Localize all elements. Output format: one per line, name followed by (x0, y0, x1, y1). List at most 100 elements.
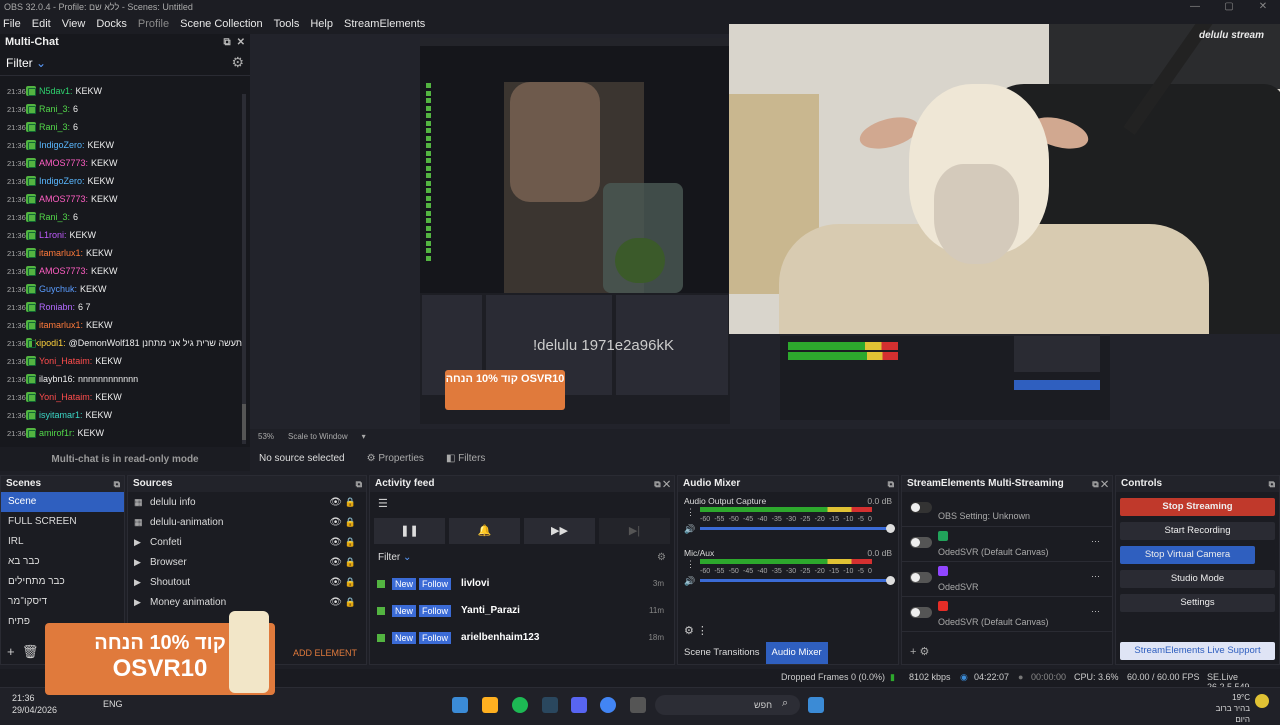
menu-help[interactable]: Help (310, 18, 333, 30)
zoom-level[interactable]: 53% (258, 432, 274, 441)
more-icon[interactable]: ··· (1091, 571, 1100, 581)
lock-icon[interactable]: 🔒 (345, 517, 356, 528)
chat-user[interactable]: isyitamar1: (39, 410, 83, 420)
chat-user[interactable]: Roniabn: (39, 302, 75, 312)
eye-icon[interactable]: 👁 (329, 497, 342, 508)
add-icon[interactable]: + ⚙ (910, 645, 929, 658)
scene-item[interactable]: Scene (1, 492, 124, 512)
windows-start-icon[interactable] (808, 697, 824, 713)
lock-icon[interactable]: 🔒 (345, 497, 356, 508)
chat-user[interactable]: itamarlux1: (39, 320, 83, 330)
obs-icon[interactable] (630, 697, 646, 713)
close-icon[interactable]: ✕ (1246, 0, 1280, 14)
source-item[interactable]: ▶ Shoutout 👁 🔒 (128, 572, 366, 592)
menu-profile[interactable]: Profile (138, 18, 169, 30)
chat-user[interactable]: itamarlux1: (39, 248, 83, 258)
menu-tools[interactable]: Tools (274, 18, 300, 30)
gear-icon[interactable]: ⚙ (657, 552, 666, 566)
chat-user[interactable]: Yoni_Hataim: (39, 392, 92, 402)
tab-audio-mixer[interactable]: Audio Mixer (765, 642, 828, 664)
properties-button[interactable]: ⚙ Properties (367, 453, 424, 464)
settings-button[interactable]: Settings (1120, 594, 1275, 612)
chat-user[interactable]: Yoni_Hataim: (39, 356, 92, 366)
chat-user[interactable]: ilaybn16: (39, 374, 75, 384)
activity-item[interactable]: New Follow livlovi 3m (370, 570, 674, 597)
eye-icon[interactable]: 👁 (329, 557, 342, 568)
chat-scrollbar[interactable] (242, 94, 246, 444)
more-icon[interactable]: ··· (1091, 606, 1100, 616)
toggle[interactable] (910, 572, 932, 583)
volume-slider[interactable] (700, 524, 895, 533)
gear-icon[interactable]: ⚙ (231, 54, 244, 71)
source-item[interactable]: ▶ Money animation 👁 🔒 (128, 592, 366, 612)
menu-file[interactable]: File (3, 18, 21, 30)
chat-user[interactable]: kipodi1: (35, 338, 66, 348)
live-support-button[interactable]: StreamElements Live Support (1120, 642, 1275, 660)
float-icon[interactable]: ⧉ (114, 476, 120, 492)
float-icon[interactable]: ⧉ (356, 476, 362, 492)
volume-icon[interactable]: 🔊 (684, 576, 695, 587)
scene-item[interactable]: דיסקו־מר (1, 592, 124, 612)
skip-button[interactable]: ▶▶ (524, 518, 595, 544)
stop-streaming-button[interactable]: Stop Streaming (1120, 498, 1275, 516)
chat-user[interactable]: AMOS7773: (39, 266, 88, 276)
chat-user[interactable]: IndigoZero: (39, 176, 85, 186)
float-icon[interactable]: ⧉ (223, 37, 230, 48)
toggle[interactable] (910, 537, 932, 548)
lock-icon[interactable]: 🔒 (345, 597, 356, 608)
menu-docks[interactable]: Docks (96, 18, 127, 30)
menu-icon[interactable]: ☰ (370, 492, 674, 514)
eye-icon[interactable]: 👁 (329, 537, 342, 548)
chat-user[interactable]: L1roni: (39, 230, 67, 240)
weather-icon[interactable] (1255, 694, 1269, 708)
close-icon[interactable]: ⧉ ✕ (1092, 476, 1108, 492)
toggle[interactable] (910, 502, 932, 513)
source-item[interactable]: ▶ Browser 👁 🔒 (128, 552, 366, 572)
filters-button[interactable]: ◧ Filters (446, 453, 485, 464)
studio-mode-button[interactable]: Studio Mode (1120, 570, 1275, 588)
float-icon[interactable]: ⧉ (1269, 476, 1275, 492)
bell-icon[interactable]: 🔔 (449, 518, 520, 544)
lock-icon[interactable]: 🔒 (345, 537, 356, 548)
app-icon[interactable] (452, 697, 468, 713)
eye-icon[interactable]: 👁 (329, 597, 342, 608)
volume-icon[interactable]: 🔊 (684, 524, 695, 535)
stop-virtual-camera-button[interactable]: Stop Virtual Camera (1120, 546, 1255, 564)
lock-icon[interactable]: 🔒 (345, 557, 356, 568)
more-icon[interactable]: ··· (1091, 536, 1100, 546)
add-element-button[interactable]: ADD ELEMENT (293, 648, 357, 658)
language-indicator[interactable]: ENG (103, 699, 123, 709)
chat-user[interactable]: Rani_3: (39, 212, 70, 222)
start-recording-button[interactable]: Start Recording (1120, 522, 1275, 540)
close-icon[interactable]: ⧉ ✕ (654, 476, 670, 492)
activity-item[interactable]: New Follow arielbenhaim123 18m (370, 624, 674, 651)
chat-user[interactable]: Rani_3: (39, 104, 70, 114)
minimize-icon[interactable]: — (1178, 0, 1212, 14)
pause-button[interactable]: ❚❚ (374, 518, 445, 544)
more-icon[interactable]: ⋮ (686, 559, 695, 570)
steam-icon[interactable] (542, 697, 558, 713)
toggle[interactable] (910, 607, 932, 618)
activity-item[interactable]: New Follow Yanti_Parazi 11m (370, 597, 674, 624)
chat-user[interactable]: AMOS7773: (39, 158, 88, 168)
chat-user[interactable]: Guychuk: (39, 284, 77, 294)
menu-streamelements[interactable]: StreamElements (344, 18, 425, 30)
gear-icon[interactable]: ⚙ ⋮ (684, 624, 708, 637)
menu-edit[interactable]: Edit (32, 18, 51, 30)
chrome-icon[interactable] (600, 697, 616, 713)
spotify-icon[interactable] (512, 697, 528, 713)
discord-icon[interactable] (571, 697, 587, 713)
search-box[interactable]: חפש (655, 695, 800, 715)
volume-slider[interactable] (700, 576, 895, 585)
activity-filter[interactable]: Filter ⌄ ⚙ (370, 548, 674, 570)
more-icon[interactable]: ⋮ (686, 507, 695, 518)
chat-user[interactable]: N5dav1: (39, 86, 73, 96)
source-item[interactable]: ▶ Confeti 👁 🔒 (128, 532, 366, 552)
filter-dropdown[interactable]: Filter ⌄ (6, 56, 46, 70)
chat-user[interactable]: AMOS7773: (39, 194, 88, 204)
maximize-icon[interactable]: ▢ (1212, 0, 1246, 14)
chat-user[interactable]: amirof1r: (39, 428, 75, 438)
scale-mode[interactable]: Scale to Window (288, 432, 348, 441)
scene-item[interactable]: כבר בא (1, 552, 124, 572)
source-item[interactable]: ▦ delulu-animation 👁 🔒 (128, 512, 366, 532)
